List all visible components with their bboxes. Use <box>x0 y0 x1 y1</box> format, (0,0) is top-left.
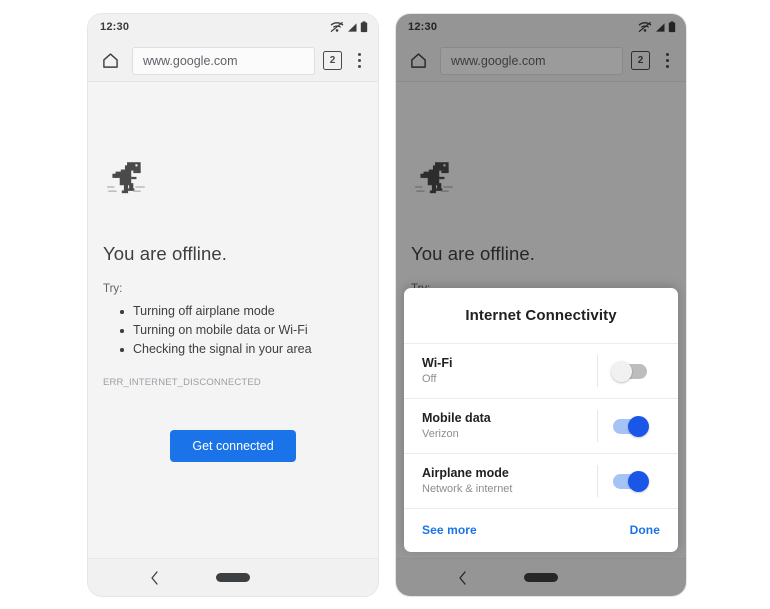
browser-toolbar: www.google.com 2 <box>88 40 378 82</box>
signal-off-icon <box>654 21 666 33</box>
toggle-knob <box>611 360 632 382</box>
signal-off-icon <box>346 21 358 33</box>
wifi-off-icon <box>330 21 344 33</box>
phone-offline: 12:30 www.google.com 2 You are offline. … <box>88 14 378 596</box>
done-button[interactable]: Done <box>630 523 660 537</box>
try-label: Try: <box>103 283 123 295</box>
offline-page-content: You are offline. Try: Turning off airpla… <box>88 82 378 558</box>
home-icon[interactable] <box>96 47 124 75</box>
phone-screen: 12:30 www.google.com 2 You are offline. … <box>88 14 378 596</box>
tab-switcher-button[interactable]: 2 <box>323 51 342 70</box>
toggle-cell <box>598 360 662 382</box>
setting-row-wifi[interactable]: Wi-Fi Off <box>404 344 678 399</box>
url-bar-input[interactable]: www.google.com <box>440 46 623 75</box>
battery-icon <box>360 21 368 33</box>
battery-icon <box>668 21 676 33</box>
browser-toolbar: www.google.com 2 <box>396 40 686 82</box>
home-pill-icon[interactable] <box>524 573 558 582</box>
suggestion-list: Turning off airplane mode Turning on mob… <box>103 302 363 359</box>
see-more-button[interactable]: See more <box>422 523 477 537</box>
error-code: ERR_INTERNET_DISCONNECTED <box>103 377 261 388</box>
page-title: You are offline. <box>411 243 536 264</box>
kebab-menu-icon[interactable] <box>658 49 676 73</box>
row-title: Wi-Fi <box>422 356 453 370</box>
dinosaur-icon <box>107 162 145 194</box>
dialog-actions: See more Done <box>404 509 678 552</box>
toggle-knob <box>628 415 649 437</box>
list-item: Turning on mobile data or Wi-Fi <box>120 321 363 340</box>
status-bar-clock: 12:30 <box>408 21 438 33</box>
row-subtitle: Network & internet <box>422 483 513 495</box>
phone-dialog: 12:30 www.google.com 2 You are offline. … <box>396 14 686 596</box>
status-bar-clock: 12:30 <box>100 21 130 33</box>
back-chevron-icon[interactable] <box>144 568 164 588</box>
toggle-cell <box>598 470 662 492</box>
tab-switcher-button[interactable]: 2 <box>631 51 650 70</box>
system-nav-bar <box>396 558 686 596</box>
system-nav-bar <box>88 558 378 596</box>
row-title: Mobile data <box>422 411 491 425</box>
row-texts: Wi-Fi Off <box>422 355 589 387</box>
dialog-title: Internet Connectivity <box>404 288 678 344</box>
dinosaur-icon <box>415 162 453 194</box>
home-icon[interactable] <box>404 47 432 75</box>
airplane-mode-toggle-switch[interactable] <box>613 470 649 492</box>
home-pill-icon[interactable] <box>216 573 250 582</box>
mobile-data-toggle-switch[interactable] <box>613 415 649 437</box>
status-bar: 12:30 <box>88 14 378 40</box>
status-bar-icons <box>330 21 368 33</box>
phone-screen: 12:30 www.google.com 2 You are offline. … <box>396 14 686 596</box>
wifi-off-icon <box>638 21 652 33</box>
list-item: Checking the signal in your area <box>120 340 363 359</box>
setting-row-airplane-mode[interactable]: Airplane mode Network & internet <box>404 454 678 509</box>
setting-row-mobile-data[interactable]: Mobile data Verizon <box>404 399 678 454</box>
list-item: Turning off airplane mode <box>120 302 363 321</box>
toggle-knob <box>628 470 649 492</box>
status-bar-icons <box>638 21 676 33</box>
get-connected-button[interactable]: Get connected <box>170 430 296 462</box>
back-chevron-icon[interactable] <box>452 568 472 588</box>
row-texts: Airplane mode Network & internet <box>422 465 589 497</box>
cta-container: Get connected <box>103 430 363 462</box>
toggle-cell <box>598 415 662 437</box>
page-title: You are offline. <box>103 243 228 264</box>
row-texts: Mobile data Verizon <box>422 410 589 442</box>
row-subtitle: Verizon <box>422 428 459 440</box>
kebab-menu-icon[interactable] <box>350 49 368 73</box>
row-title: Airplane mode <box>422 466 509 480</box>
internet-connectivity-dialog: Internet Connectivity Wi-Fi Off Mobile d… <box>404 288 678 552</box>
status-bar: 12:30 <box>396 14 686 40</box>
wifi-toggle-switch[interactable] <box>611 360 647 382</box>
url-bar-input[interactable]: www.google.com <box>132 46 315 75</box>
row-subtitle: Off <box>422 373 437 385</box>
screenshot-stage: 12:30 www.google.com 2 You are offline. … <box>0 0 770 609</box>
